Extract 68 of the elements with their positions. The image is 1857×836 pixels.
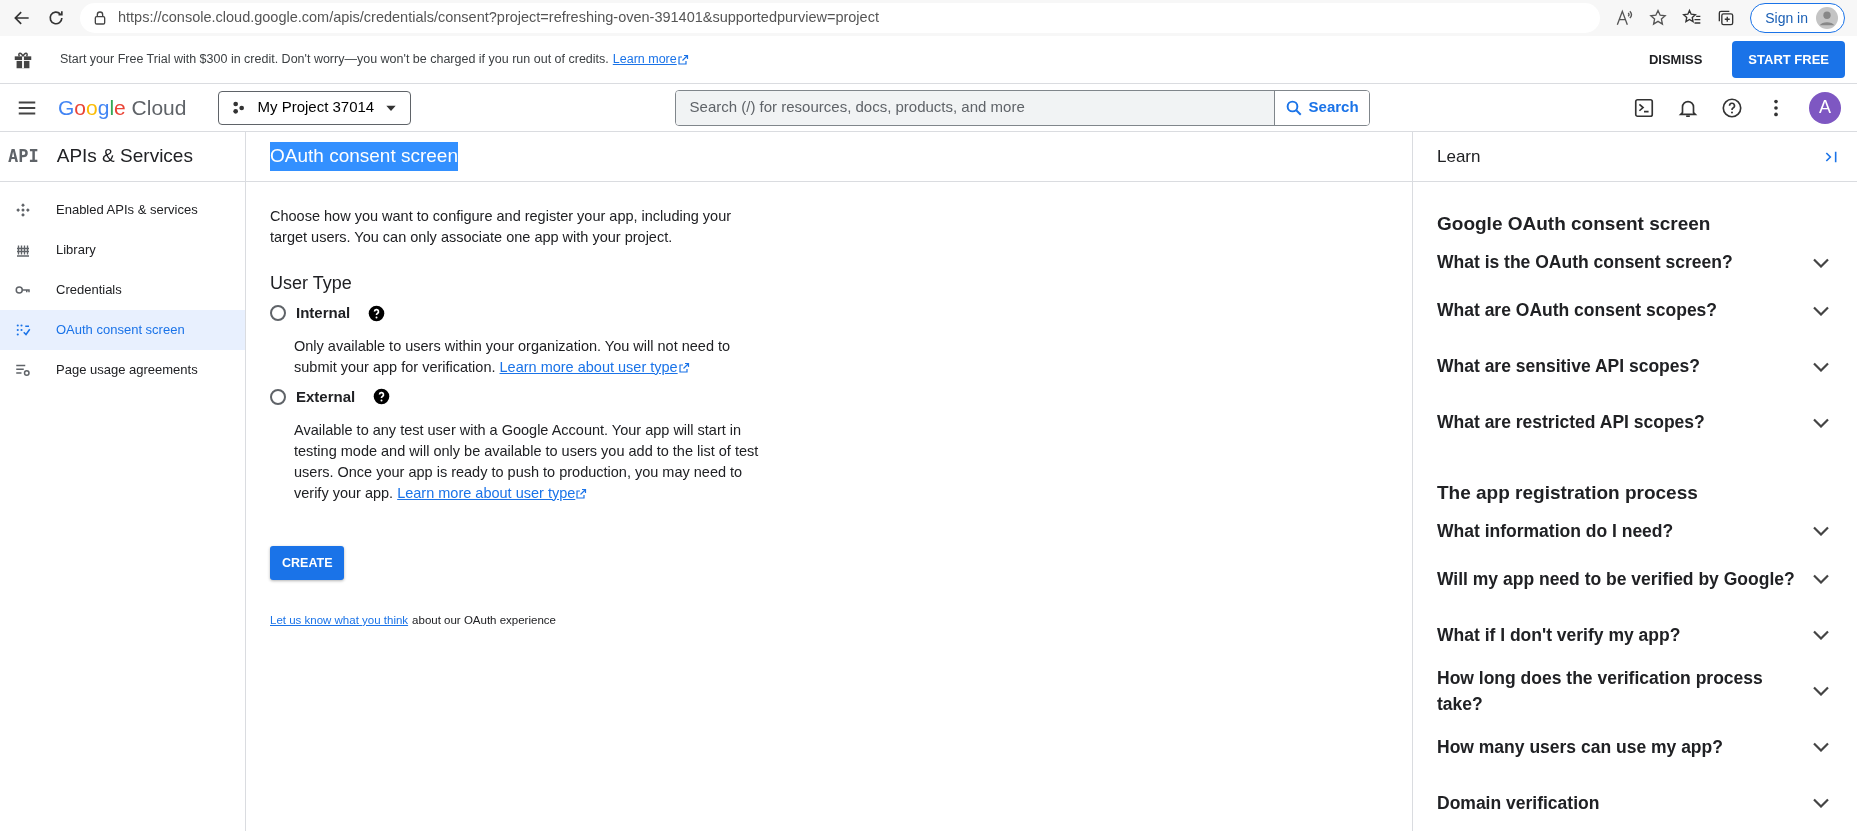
dismiss-button[interactable]: DISMISS — [1642, 48, 1709, 71]
external-link-icon — [676, 53, 689, 66]
sidebar-item[interactable]: OAuth consent screen — [0, 310, 245, 350]
sidebar-item[interactable]: Library — [0, 230, 245, 270]
feedback-link[interactable]: Let us know what you think — [270, 613, 409, 626]
chevron-down-icon — [1813, 630, 1829, 640]
accordion-item[interactable]: Domain verification — [1437, 775, 1833, 831]
create-button[interactable]: CREATE — [270, 545, 345, 580]
api-logo: API — [8, 144, 39, 168]
chevron-down-icon — [1813, 361, 1829, 372]
feedback-text: about our OAuth experience — [412, 613, 556, 626]
accordion-item[interactable]: What are OAuth consent scopes? — [1437, 282, 1833, 339]
project-picker[interactable]: My Project 37014 — [218, 90, 412, 125]
accordion-item[interactable]: What are restricted API scopes? — [1437, 394, 1833, 451]
accordion-item[interactable]: What if I don't verify my app? — [1437, 607, 1833, 663]
accordion-item[interactable]: Will my app need to be verified by Google? — [1437, 551, 1833, 607]
chevron-down-icon — [1813, 798, 1829, 808]
banner-text: Start your Free Trial with $300 in credit. Don't worry—you won't be charged if you run out of credits. — [60, 51, 609, 69]
chevron-down-icon — [1813, 686, 1829, 696]
google-cloud-logo[interactable]: Google Cloud — [58, 91, 187, 124]
page-title: OAuth consent screen — [270, 142, 458, 171]
external-link-icon — [677, 362, 690, 375]
search-field[interactable]: Search (/) for resources, docs, products, and more Search — [674, 89, 1370, 126]
chevron-down-icon — [1813, 574, 1829, 584]
help-icon[interactable] — [368, 304, 386, 322]
chevron-down-icon — [1813, 305, 1829, 316]
radio-button[interactable] — [270, 305, 286, 321]
option-description: Available to any test user with a Google Account. Your app will start in testing mode and will only be available to users you add to the list of test users. Once your app is ready to push to production, you may need to verify your app. Learn more about user type — [294, 420, 760, 503]
accordion-item[interactable]: What information do I need? — [1437, 511, 1833, 551]
panel-title: Learn — [1437, 145, 1481, 168]
read-aloud-icon[interactable] — [1614, 8, 1635, 28]
start-free-button[interactable]: START FREE — [1732, 40, 1845, 79]
chevron-down-icon — [1813, 257, 1829, 268]
sidebar-item[interactable]: Enabled APIs & services — [0, 190, 245, 230]
move-icon — [14, 201, 32, 219]
radio-button[interactable] — [270, 388, 286, 405]
external-link-icon — [575, 487, 588, 500]
lock-icon — [92, 10, 108, 26]
section-heading: Google OAuth consent screen — [1437, 212, 1712, 236]
chevron-down-icon — [1813, 742, 1829, 752]
section-heading: The app registration process — [1437, 480, 1699, 505]
search-button[interactable]: Search — [1273, 90, 1369, 125]
accordion-item[interactable]: What is the OAuth consent screen? — [1437, 242, 1833, 283]
help-icon[interactable] — [373, 388, 391, 406]
chevron-down-icon — [1813, 417, 1829, 428]
accordion-item[interactable]: How long does the verification process take? — [1437, 663, 1833, 719]
option-description: Only available to users within your organization. You will not need to submit your app for verification. Learn more about user type — [294, 336, 732, 377]
reload-icon[interactable] — [46, 8, 66, 28]
option-label: External — [296, 386, 356, 407]
accordion-item[interactable]: What are sensitive API scopes? — [1437, 338, 1833, 395]
section-heading: User Type — [270, 272, 353, 296]
profile-icon — [1816, 7, 1838, 29]
sidebar-title: APIs & Services — [56, 144, 193, 169]
option-label: Internal — [296, 303, 351, 324]
sign-in-button[interactable]: Sign in — [1750, 3, 1845, 33]
sidebar-item[interactable]: Page usage agreements — [0, 350, 245, 390]
search-icon — [1284, 98, 1303, 117]
help-icon[interactable] — [1721, 96, 1743, 119]
address-bar[interactable]: https://console.cloud.google.com/apis/credentials/consent?project=refreshing-oven-391401&supportedpurview=project — [80, 3, 1601, 33]
avatar[interactable]: A — [1809, 91, 1841, 124]
terminal-icon[interactable] — [1633, 96, 1655, 119]
learn-more-link[interactable]: Learn more — [612, 50, 689, 69]
chevron-down-icon — [1813, 526, 1829, 536]
sidebar-item[interactable]: Credentials — [0, 270, 245, 310]
intro-text: Choose how you want to configure and register your app, including your target users. You can only associate one app with your project. — [270, 207, 733, 247]
learn-more-link[interactable]: Learn more about user type — [499, 358, 690, 375]
accordion-item[interactable]: How many users can use my app? — [1437, 719, 1833, 775]
learn-more-link[interactable]: Learn more about user type — [397, 484, 588, 501]
